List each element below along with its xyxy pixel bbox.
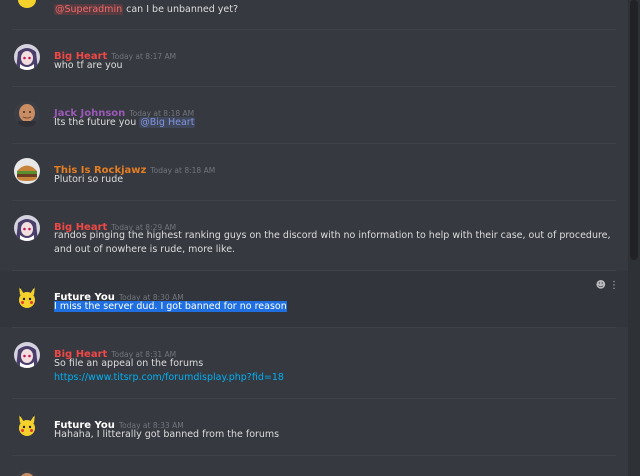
message-item: @Superadmin can I be unbanned yet? <box>0 0 628 30</box>
scrollbar-thumb[interactable] <box>630 0 638 260</box>
bald-man-avatar-icon[interactable] <box>14 101 40 127</box>
chat-scrollbar[interactable] <box>628 0 640 476</box>
user-mention[interactable]: @Big Heart <box>139 117 196 128</box>
pikachu-avatar-icon[interactable] <box>14 413 40 439</box>
message-item[interactable]: Future You Today at 8:30 AM I miss the se… <box>0 271 628 327</box>
message-text: can I be unbanned yet? <box>123 4 238 15</box>
chat-messages: @Superadmin can I be unbanned yet? Big H… <box>0 0 628 476</box>
user-mention[interactable]: @Superadmin <box>54 4 124 15</box>
pikachu-avatar-icon[interactable] <box>14 0 40 12</box>
anime-girl-avatar-icon[interactable] <box>14 44 40 70</box>
pikachu-avatar-icon[interactable] <box>14 285 40 311</box>
anime-girl-avatar-icon[interactable] <box>14 215 40 241</box>
message-text: So file an appeal on the forums <box>54 358 204 369</box>
message-text: I miss the server dud. I got banned for … <box>54 301 287 312</box>
message-item: Future You Today at 8:33 AM Hahaha, I lit… <box>0 399 628 455</box>
anime-girl-avatar-icon[interactable] <box>14 342 40 368</box>
message-text: Hahaha, I litterally got banned from the… <box>54 429 280 440</box>
message-item: Big Heart Today at 8:17 AM who tf are you <box>0 30 628 86</box>
message-text: randos pinging the highest ranking guys … <box>54 230 611 255</box>
more-options-icon[interactable]: ⋮ <box>609 280 622 291</box>
forum-link[interactable]: https://www.titsrp.com/forumdisplay.php?… <box>54 371 612 385</box>
message-text: Its the future you <box>54 117 140 128</box>
message-text: who tf are you <box>54 60 123 71</box>
bald-man-avatar-icon[interactable] <box>14 470 40 476</box>
message-item <box>0 456 628 476</box>
add-reaction-icon[interactable]: ☻ <box>596 280 609 291</box>
message-item: Big Heart Today at 8:31 AM So file an app… <box>0 328 628 398</box>
message-text: Plutori so rude <box>54 174 124 185</box>
burger-avatar-icon[interactable] <box>14 158 40 184</box>
message-actions: ☻⋮ <box>596 280 622 291</box>
message-item: Big Heart Today at 8:29 AM randos pinging… <box>0 201 628 270</box>
message-item: Jack Johnson Today at 8:18 AM Its the fut… <box>0 87 628 143</box>
message-item: This Is Rockjawz Today at 8:18 AM Plutori… <box>0 144 628 200</box>
